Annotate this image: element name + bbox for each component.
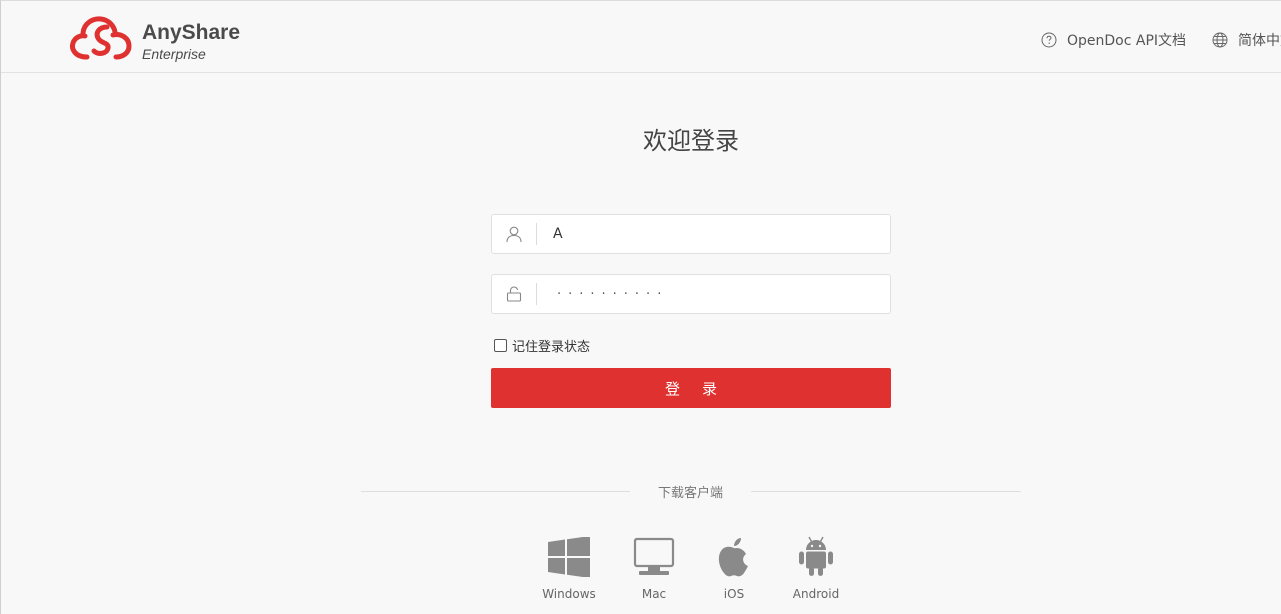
apple-icon — [699, 533, 769, 581]
username-field[interactable]: A — [491, 214, 891, 254]
password-field[interactable]: ·········· — [491, 274, 891, 314]
language-label: 简体中文 — [1238, 33, 1281, 49]
download-mac[interactable]: Mac — [619, 533, 689, 601]
mac-monitor-icon — [619, 533, 689, 581]
login-page: AnyShare Enterprise OpenDoc API文档 简体中 欢迎… — [0, 0, 1281, 614]
download-android[interactable]: Android — [781, 533, 851, 601]
question-circle-icon — [1041, 32, 1057, 48]
user-icon — [492, 215, 536, 253]
brand-subtitle: Enterprise — [142, 46, 206, 62]
divider-right — [751, 491, 1021, 492]
download-windows[interactable]: Windows — [534, 533, 604, 601]
opendoc-api-label: OpenDoc API文档 — [1067, 33, 1187, 49]
windows-label: Windows — [542, 587, 596, 601]
remember-checkbox[interactable] — [494, 339, 507, 352]
top-header: AnyShare Enterprise OpenDoc API文档 简体中 — [1, 1, 1281, 73]
login-button[interactable]: 登录 — [491, 368, 891, 408]
remember-label: 记住登录状态 — [512, 340, 591, 355]
divider-left — [361, 491, 630, 492]
cloud-logo-icon — [70, 16, 132, 60]
opendoc-api-link[interactable]: OpenDoc API文档 — [1041, 30, 1186, 50]
download-ios[interactable]: iOS — [699, 533, 769, 601]
password-input[interactable]: ·········· — [537, 287, 668, 302]
ios-label: iOS — [723, 587, 745, 601]
android-label: Android — [792, 587, 840, 601]
anyshare-logo[interactable]: AnyShare Enterprise — [67, 15, 241, 63]
brand-title: AnyShare — [142, 21, 241, 44]
mac-label: Mac — [641, 587, 667, 601]
lock-icon — [492, 275, 536, 313]
windows-icon — [534, 533, 604, 581]
download-client-label: 下载客户端 — [657, 486, 723, 501]
language-switch[interactable]: 简体中文 — [1212, 30, 1281, 50]
remember-login[interactable]: 记住登录状态 — [494, 336, 590, 355]
globe-icon — [1212, 32, 1228, 48]
android-icon — [781, 533, 851, 581]
username-input[interactable]: A — [537, 226, 563, 242]
welcome-title: 欢迎登录 — [643, 127, 739, 155]
